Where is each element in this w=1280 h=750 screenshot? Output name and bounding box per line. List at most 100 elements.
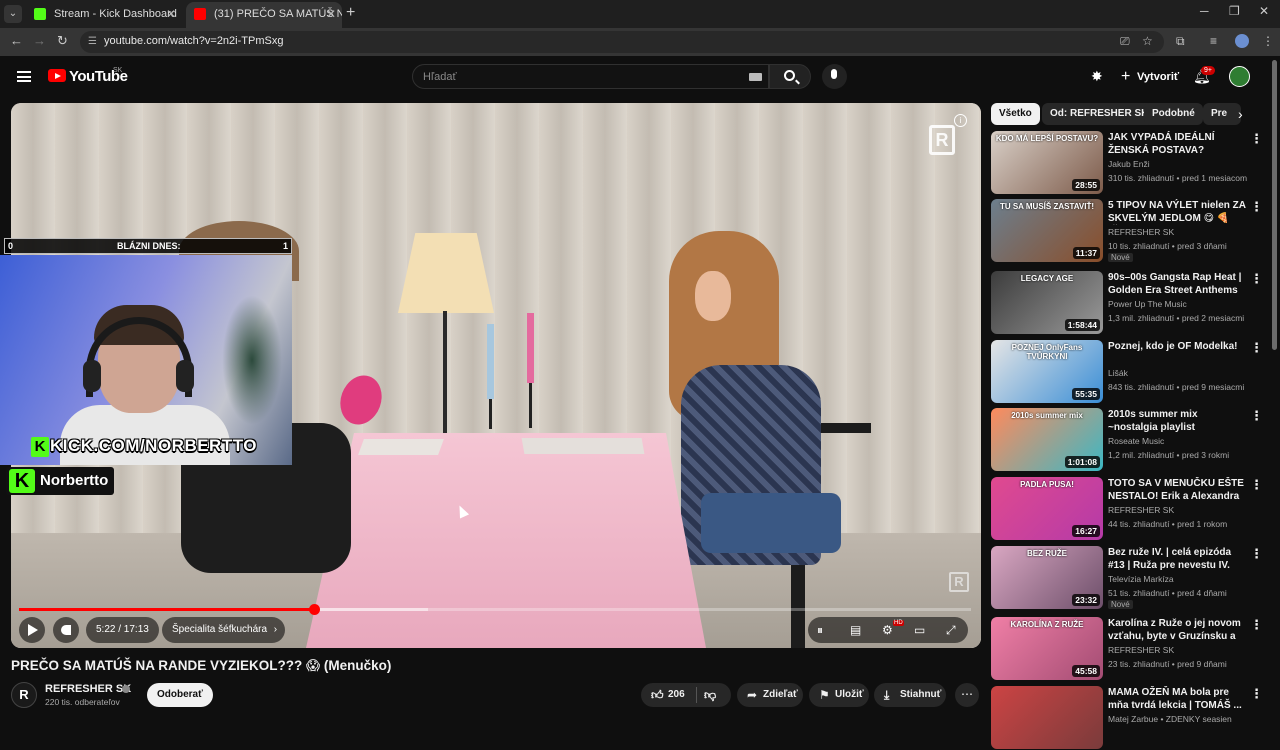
video-thumbnail[interactable]: KDO MÁ LEPŠÍ POSTAVU? 28:55 — [991, 131, 1103, 194]
close-icon[interactable]: ✕ — [166, 2, 176, 26]
browser-tab-kick[interactable]: Stream - Kick Dashboard ✕ — [26, 2, 182, 28]
like-thumb-icon[interactable]: 👍︎ — [651, 683, 664, 707]
share-button[interactable]: ➦ Zdieľať — [737, 683, 803, 707]
like-count[interactable]: 206 — [668, 683, 685, 707]
chip-all[interactable]: Všetko — [991, 103, 1040, 125]
page-scrollbar[interactable] — [1272, 60, 1277, 350]
bookmark-star-icon[interactable]: ☆ — [1142, 34, 1153, 48]
video-thumbnail[interactable]: 2010s summer mix 1:01:08 — [991, 408, 1103, 471]
recommendation-channel[interactable]: Matej Zarbue • ZDENKY seasien — [1108, 714, 1232, 724]
progress-bar[interactable] — [19, 604, 971, 615]
chip-from-channel[interactable]: Od: REFRESHER SK — [1042, 103, 1157, 125]
recommendation-channel[interactable]: REFRESHER SK — [1108, 227, 1174, 237]
subscribe-button[interactable]: Odoberať — [147, 683, 213, 707]
recommendation-item[interactable]: TU SA MUSÍŠ ZASTAVIŤ! 11:37 5 TIPOV NA VÝL… — [991, 199, 1271, 263]
video-thumbnail[interactable]: PADLA PUSA! 16:27 — [991, 477, 1103, 540]
voice-search-mic-icon[interactable] — [822, 64, 847, 89]
theater-mode-icon[interactable]: ▭ — [914, 623, 925, 637]
recommendation-title[interactable]: TOTO SA V MENUČKU EŠTE NESTALO! Erik a A… — [1108, 477, 1246, 503]
more-options-icon[interactable]: ⋮ — [1250, 131, 1263, 147]
forward-icon[interactable]: → — [33, 33, 46, 48]
video-thumbnail[interactable] — [991, 686, 1103, 749]
channel-avatar[interactable]: R — [11, 682, 37, 708]
recommendation-title[interactable]: Poznej, kdo je OF Modelka! — [1108, 340, 1246, 353]
video-thumbnail[interactable]: POZNEJ OnlyFans TVŮRKYNI 55:35 — [991, 340, 1103, 403]
save-button[interactable]: ⚑ Uložiť — [809, 683, 869, 707]
fullscreen-icon[interactable]: ⤢ — [946, 623, 956, 638]
guide-menu-icon[interactable] — [17, 71, 31, 82]
close-icon[interactable]: ✕ — [326, 2, 336, 26]
recommendation-title[interactable]: Karolína z Ruže o jej novom vzťahu, byte… — [1108, 617, 1246, 643]
account-avatar[interactable] — [1229, 66, 1250, 87]
minimize-icon[interactable]: ─ — [1200, 4, 1209, 18]
browser-menu-icon[interactable]: ⋮ — [1262, 34, 1274, 48]
download-button[interactable]: ⤓ Stiahnuť — [874, 683, 946, 707]
channel-name[interactable]: REFRESHER SK — [45, 683, 131, 695]
keyboard-icon[interactable] — [749, 73, 762, 81]
dislike-thumb-icon[interactable]: 👎︎ — [704, 683, 716, 707]
mute-button[interactable] — [53, 617, 79, 643]
recommendation-item[interactable]: KAROLÍNA Z RUŽE 45:58 Karolína z Ruže o je… — [991, 617, 1271, 681]
recommendation-channel[interactable]: Power Up The Music — [1108, 299, 1187, 309]
play-button[interactable] — [19, 617, 45, 643]
restore-icon[interactable]: ❐ — [1229, 4, 1240, 18]
new-tab-icon[interactable]: + — [346, 4, 355, 22]
more-options-icon[interactable]: ⋮ — [1250, 271, 1263, 287]
cast-icon[interactable]: ✸ — [1091, 68, 1103, 85]
recommendation-title[interactable]: Bez ruže IV. | celá epizóda #13 | Ruža p… — [1108, 546, 1246, 572]
profile-avatar[interactable] — [1235, 34, 1249, 48]
recommendation-channel[interactable]: REFRESHER SK — [1108, 645, 1174, 655]
extensions-icon[interactable]: ⧉ — [1176, 34, 1185, 49]
recommendation-item[interactable]: LEGACY AGE 1:58:44 90s–00s Gangsta Rap Hea… — [991, 271, 1271, 335]
more-options-icon[interactable]: ⋮ — [1250, 340, 1263, 356]
recommendation-title[interactable]: 90s–00s Gangsta Rap Heat | Golden Era St… — [1108, 271, 1246, 297]
video-thumbnail[interactable]: BEZ RUŽE 23:32 — [991, 546, 1103, 609]
chip-for-you[interactable]: Pre — [1203, 103, 1241, 125]
recommendation-item[interactable]: POZNEJ OnlyFans TVŮRKYNI 55:35 Poznej, kdo… — [991, 340, 1271, 404]
info-icon[interactable]: i — [954, 114, 967, 127]
recommendation-channel[interactable]: Roseate Music — [1108, 436, 1164, 446]
settings-gear-icon[interactable]: ⚙ — [882, 623, 893, 637]
recommendation-channel[interactable]: Jakub Enži — [1108, 159, 1150, 169]
recommendation-channel[interactable]: Televízia Markíza — [1108, 574, 1174, 584]
recommendation-item[interactable]: 2010s summer mix 1:01:08 2010s summer mix … — [991, 408, 1271, 472]
browser-tab-youtube[interactable]: (31) PREČO SA MATÚŠ NA RANDE ✕ — [186, 2, 342, 28]
recommendation-item[interactable]: KDO MÁ LEPŠÍ POSTAVU? 28:55 JAK VYPADÁ IDE… — [991, 131, 1271, 195]
subtitles-icon[interactable]: ▤ — [850, 623, 861, 637]
chevron-right-icon[interactable]: › — [1238, 106, 1243, 122]
recommendation-title[interactable]: JAK VYPADÁ IDEÁLNÍ ŽENSKÁ POSTAVA? — [1108, 131, 1246, 157]
recommendation-title[interactable]: MAMA OŽEŇ MA bola pre mňa tvrdá lekcia |… — [1108, 686, 1246, 712]
media-control-icon[interactable]: ≡ — [1210, 34, 1217, 48]
more-options-icon[interactable]: ⋮ — [1250, 617, 1263, 633]
recommendation-item[interactable]: BEZ RUŽE 23:32 Bez ruže IV. | celá epizóda… — [991, 546, 1271, 610]
back-icon[interactable]: ← — [10, 33, 23, 48]
more-options-icon[interactable]: ⋮ — [1250, 546, 1263, 562]
pause-autoplay-icon[interactable]: ⏸ — [817, 623, 823, 638]
youtube-logo-icon[interactable] — [48, 69, 66, 82]
window-close-icon[interactable]: ✕ — [1259, 4, 1269, 18]
install-app-icon[interactable]: ⎚ — [1120, 34, 1130, 49]
chapter-button[interactable]: Špecialita šéfkuchára › — [162, 617, 286, 643]
video-thumbnail[interactable]: LEGACY AGE 1:58:44 — [991, 271, 1103, 334]
recommendation-channel[interactable]: REFRESHER SK — [1108, 505, 1174, 515]
search-button[interactable] — [769, 64, 811, 89]
more-options-icon[interactable]: ⋮ — [1250, 408, 1263, 424]
more-options-icon[interactable]: ⋮ — [1250, 686, 1263, 702]
recommendation-item[interactable]: MAMA OŽEŇ MA bola pre mňa tvrdá lekcia |… — [991, 686, 1271, 750]
reload-icon[interactable]: ↻ — [57, 33, 68, 49]
more-options-icon[interactable]: ⋮ — [1250, 477, 1263, 493]
create-button[interactable]: + Vytvoriť — [1113, 65, 1189, 89]
recommendation-title[interactable]: 5 TIPOV NA VÝLET nielen ZA SKVELÝM JEDLO… — [1108, 199, 1246, 225]
more-options-icon[interactable]: ⋮ — [1250, 199, 1263, 215]
site-info-icon[interactable]: ☰ — [88, 36, 97, 47]
address-bar[interactable]: ☰ youtube.com/watch?v=2n2i-TPmSxg ⎚ ☆ — [80, 31, 1164, 53]
chip-related[interactable]: Podobné — [1144, 103, 1203, 125]
video-thumbnail[interactable]: TU SA MUSÍŠ ZASTAVIŤ! 11:37 — [991, 199, 1103, 262]
more-actions-icon[interactable]: ⋯ — [955, 683, 979, 707]
search-input[interactable]: Hľadať — [412, 64, 769, 89]
recommendation-title[interactable]: 2010s summer mix ~nostalgia playlist — [1108, 408, 1246, 434]
tab-search-chevron-icon[interactable]: ⌄ — [4, 5, 22, 23]
video-thumbnail[interactable]: KAROLÍNA Z RUŽE 45:58 — [991, 617, 1103, 680]
recommendation-item[interactable]: PADLA PUSA! 16:27 TOTO SA V MENUČKU EŠTE N… — [991, 477, 1271, 541]
recommendation-channel[interactable]: Lišák — [1108, 368, 1128, 378]
